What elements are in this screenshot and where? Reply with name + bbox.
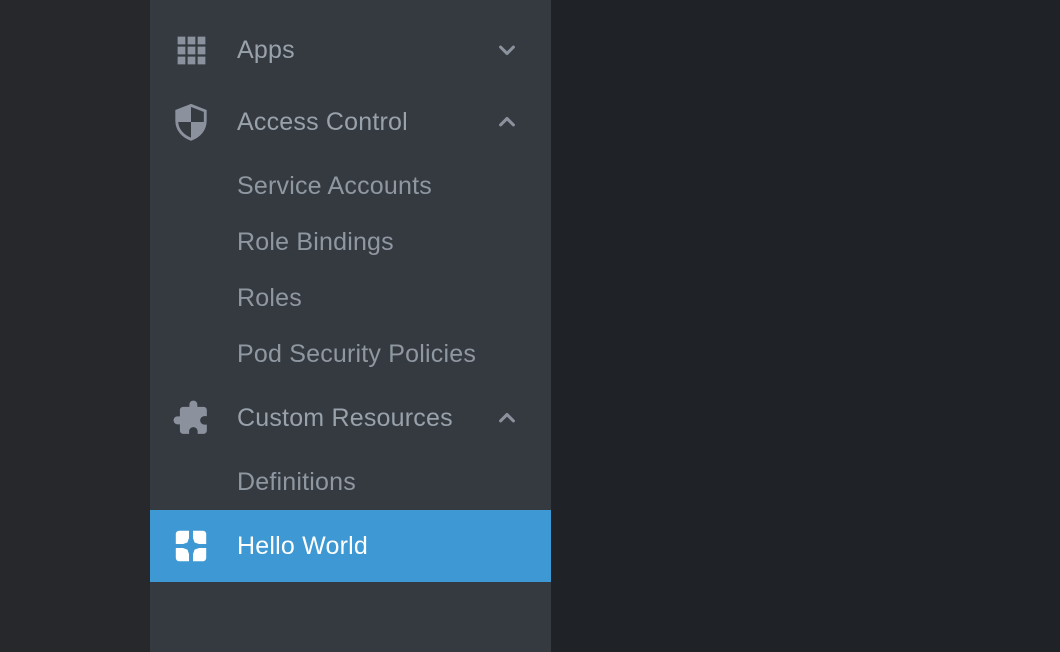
sidebar-item-label: Role Bindings [237,228,394,257]
app-layout: Apps [0,0,1060,652]
sidebar-item-service-accounts[interactable]: Service Accounts [150,158,551,214]
sidebar-item-label: Apps [237,36,295,65]
left-background-panel [0,0,150,652]
sidebar-item-apps[interactable]: Apps [150,14,551,86]
sidebar-item-label: Pod Security Policies [237,340,476,369]
shield-icon [172,103,210,141]
sidebar-item-label: Hello World [237,532,368,561]
sidebar-item-hello-world[interactable]: Hello World [150,510,551,582]
chevron-up-icon[interactable] [493,404,521,432]
sidebar-item-pod-security-policies[interactable]: Pod Security Policies [150,326,551,382]
sidebar-item-label: Roles [237,284,302,313]
sidebar-nav: Apps [150,0,551,652]
chevron-down-icon[interactable] [493,36,521,64]
sidebar-item-label: Custom Resources [237,404,453,433]
sidebar-item-custom-resources[interactable]: Custom Resources [150,382,551,454]
sidebar-item-roles[interactable]: Roles [150,270,551,326]
sidebar-item-label: Service Accounts [237,172,432,201]
sidebar-item-label: Access Control [237,108,408,137]
sidebar-item-role-bindings[interactable]: Role Bindings [150,214,551,270]
puzzle-icon [172,399,210,437]
custom-resource-icon [172,527,210,565]
main-content-area [551,0,1060,652]
sidebar-item-access-control[interactable]: Access Control [150,86,551,158]
apps-grid-icon [172,31,210,69]
sidebar-item-label: Definitions [237,468,356,497]
sidebar-item-definitions[interactable]: Definitions [150,454,551,510]
chevron-up-icon[interactable] [493,108,521,136]
